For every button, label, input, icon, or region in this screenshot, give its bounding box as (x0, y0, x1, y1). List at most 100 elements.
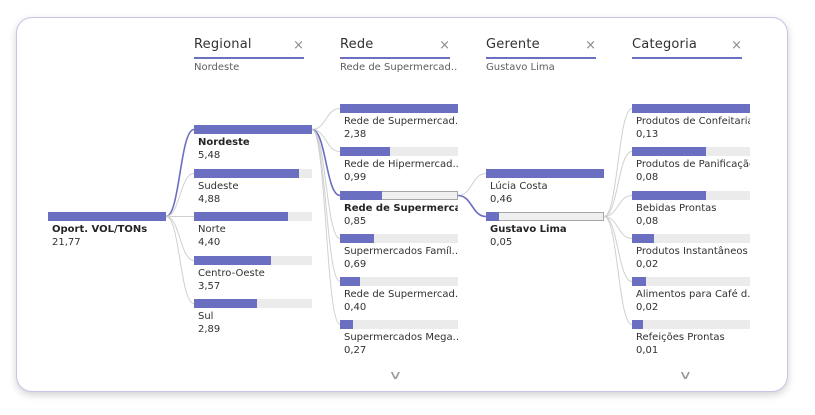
tree-node[interactable]: Sudeste 4,88 (194, 169, 312, 209)
bar-fill (486, 169, 604, 178)
bar-track (486, 212, 604, 221)
node-value: 0,01 (636, 345, 659, 356)
node-label: Sudeste (198, 181, 239, 192)
tree-node[interactable]: Norte 4,40 (194, 212, 312, 252)
tree-node[interactable]: Bebidas Prontas 0,08 (632, 191, 750, 231)
tree-node[interactable]: Sul 2,89 (194, 299, 312, 339)
bar-fill (340, 147, 390, 156)
tree-node[interactable]: Rede de Supermercad... 0,40 (340, 277, 458, 317)
tree-node[interactable]: Lúcia Costa 0,46 (486, 169, 604, 209)
node-value: 2,38 (344, 129, 367, 140)
tree-node[interactable]: Produtos de Confeitaria 0,13 (632, 104, 750, 144)
node-label: Lúcia Costa (490, 181, 548, 192)
level-filter-gerente: Gustavo Lima (486, 62, 555, 73)
node-label: Rede de Supermercad... (344, 289, 458, 300)
level-header-categoria: Categoria × (632, 37, 742, 59)
tree-node[interactable]: Produtos Instantâneos 0,02 (632, 234, 750, 274)
tree-node[interactable]: Produtos de Panificação 0,08 (632, 147, 750, 187)
bar-fill (632, 147, 707, 156)
close-icon[interactable]: × (439, 39, 450, 52)
node-value: 4,88 (198, 194, 221, 205)
bar-fill (340, 191, 383, 200)
node-value: 0,85 (344, 216, 367, 227)
node-label: Refeições Prontas (636, 332, 725, 343)
level-header-rede: Rede × (340, 37, 450, 59)
level-title-regional: Regional (194, 37, 252, 52)
close-icon[interactable]: × (731, 39, 742, 52)
tree-node[interactable]: Refeições Prontas 0,01 (632, 320, 750, 360)
node-value: 0,02 (636, 302, 659, 313)
bar-fill (194, 299, 257, 308)
level-header-gerente: Gerente × (486, 37, 596, 59)
node-value: 0,40 (344, 302, 367, 313)
node-value: 3,57 (198, 281, 221, 292)
bar-fill (632, 191, 707, 200)
bar-track (632, 320, 750, 329)
tree-node[interactable]: Gustavo Lima 0,05 (486, 212, 604, 252)
node-label: Rede de Supermercad... (344, 116, 458, 127)
level-title-rede: Rede (340, 37, 374, 52)
node-value: 0,46 (490, 194, 513, 205)
tree-node[interactable]: Rede de Supermercad... 2,38 (340, 104, 458, 144)
tree-node[interactable]: Centro-Oeste 3,57 (194, 256, 312, 296)
node-value: 5,48 (198, 150, 221, 161)
node-value: 4,40 (198, 237, 221, 248)
bar-fill (632, 104, 750, 113)
level-header-regional: Regional × (194, 37, 304, 59)
level-filter-rede: Rede de Supermercad... (340, 62, 458, 73)
node-label: Gustavo Lima (490, 224, 567, 235)
root-label: Oport. VOL/TONs (52, 224, 148, 235)
bar-fill (194, 125, 312, 134)
bar-fill (632, 320, 643, 329)
tree-node[interactable]: Supermercados Famíl... 0,69 (340, 234, 458, 274)
root-value: 21,77 (52, 237, 81, 248)
node-value: 0,02 (636, 259, 659, 270)
root-bar (48, 212, 166, 221)
node-label: Produtos de Confeitaria (636, 116, 750, 127)
bar-fill (340, 234, 375, 243)
bar-fill (194, 212, 289, 221)
node-label: Produtos Instantâneos (636, 246, 748, 257)
node-label: Produtos de Panificação (636, 159, 750, 170)
close-icon[interactable]: × (585, 39, 596, 52)
tree-node[interactable]: Alimentos para Café d... 0,02 (632, 277, 750, 317)
node-label: Sul (198, 311, 214, 322)
node-label: Norte (198, 224, 226, 235)
tree-node[interactable]: Rede de Supermerca... 0,85 (340, 191, 458, 231)
tree-node[interactable]: Supermercados Mega... 0,27 (340, 320, 458, 360)
node-label: Rede de Hipermercad... (344, 159, 458, 170)
bar-fill (632, 277, 647, 286)
bar-fill (340, 277, 361, 286)
node-label: Supermercados Famíl... (344, 246, 458, 257)
node-value: 0,27 (344, 345, 367, 356)
node-label: Supermercados Mega... (344, 332, 458, 343)
level-title-categoria: Categoria (632, 37, 698, 52)
node-label: Alimentos para Café d... (636, 289, 750, 300)
chevron-down-icon[interactable]: ∨ (388, 368, 402, 382)
node-label: Nordeste (198, 137, 250, 148)
node-value: 0,99 (344, 172, 367, 183)
node-value: 0,08 (636, 172, 659, 183)
bar-fill (486, 212, 499, 221)
chevron-down-icon[interactable]: ∨ (678, 368, 692, 382)
node-value: 0,05 (490, 237, 513, 248)
bar-fill (340, 104, 458, 113)
bar-fill (340, 320, 353, 329)
bar-fill (194, 256, 271, 265)
tree-node[interactable]: Nordeste 5,48 (194, 125, 312, 165)
node-value: 0,08 (636, 216, 659, 227)
node-value: 2,89 (198, 324, 221, 335)
node-label: Rede de Supermerca... (344, 203, 458, 214)
close-icon[interactable]: × (293, 39, 304, 52)
bar-track (340, 320, 458, 329)
node-value: 0,69 (344, 259, 367, 270)
tree-node[interactable]: Rede de Hipermercad... 0,99 (340, 147, 458, 187)
node-value: 0,13 (636, 129, 659, 140)
node-label: Centro-Oeste (198, 268, 265, 279)
bar-fill (632, 234, 655, 243)
root-node[interactable]: Oport. VOL/TONs 21,77 (48, 212, 166, 252)
node-label: Bebidas Prontas (636, 203, 717, 214)
bar-track (632, 277, 750, 286)
level-title-gerente: Gerente (486, 37, 540, 52)
bar-fill (194, 169, 300, 178)
